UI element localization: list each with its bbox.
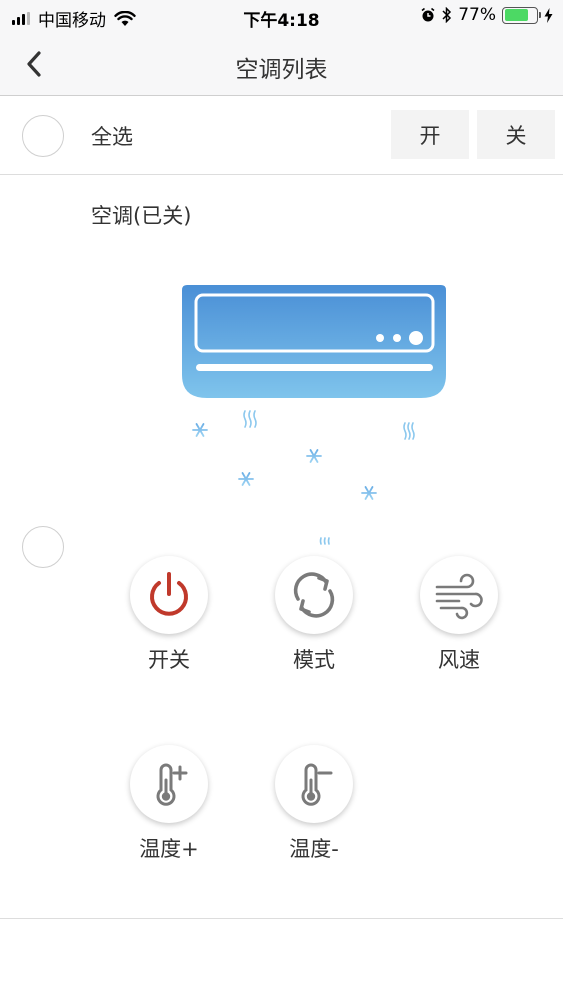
- temp-down-control: 温度-: [274, 745, 354, 863]
- bottom-divider: [0, 918, 563, 919]
- charging-icon: [544, 7, 553, 23]
- battery-icon: [502, 6, 541, 24]
- all-off-button[interactable]: 关: [477, 110, 555, 159]
- power-button[interactable]: [130, 556, 208, 634]
- select-all-row: 全选 开 关: [0, 97, 563, 175]
- wind-speed-control: 风速: [419, 556, 499, 674]
- temp-up-label: 温度+: [139, 837, 199, 861]
- page-title: 空调列表: [235, 57, 328, 83]
- wind-speed-label: 风速: [438, 648, 480, 672]
- temp-up-button[interactable]: [130, 745, 208, 823]
- battery-percent: 77%: [458, 5, 496, 25]
- all-on-button[interactable]: 开: [391, 110, 469, 159]
- temp-down-button[interactable]: [275, 745, 353, 823]
- status-right: 77%: [414, 5, 553, 25]
- power-control: 开关: [129, 556, 209, 674]
- status-bar: 中国移动 下午4:18 77%: [0, 0, 563, 32]
- select-all-checkbox[interactable]: [22, 115, 64, 157]
- mode-cycle-icon: [293, 572, 335, 618]
- battery-level: [504, 9, 529, 21]
- alarm-icon: [421, 7, 435, 22]
- power-label: 开关: [148, 648, 190, 672]
- bluetooth-icon: [442, 7, 452, 23]
- thermometer-plus-icon: [156, 763, 188, 806]
- thermometer-minus-icon: [301, 763, 333, 806]
- select-all-label: 全选: [91, 125, 133, 149]
- wind-speed-button[interactable]: [420, 556, 498, 634]
- mode-button[interactable]: [275, 556, 353, 634]
- air-conditioner-illustration: [182, 285, 446, 545]
- device-select-checkbox[interactable]: [22, 526, 64, 568]
- temp-down-label: 温度-: [289, 837, 339, 861]
- device-title: 空调(已关): [91, 204, 192, 228]
- wind-icon: [435, 573, 483, 620]
- mode-label: 模式: [293, 648, 335, 672]
- nav-bar: 空调列表: [0, 32, 563, 96]
- power-icon: [150, 572, 188, 616]
- temp-up-control: 温度+: [129, 745, 209, 863]
- mode-control: 模式: [274, 556, 354, 674]
